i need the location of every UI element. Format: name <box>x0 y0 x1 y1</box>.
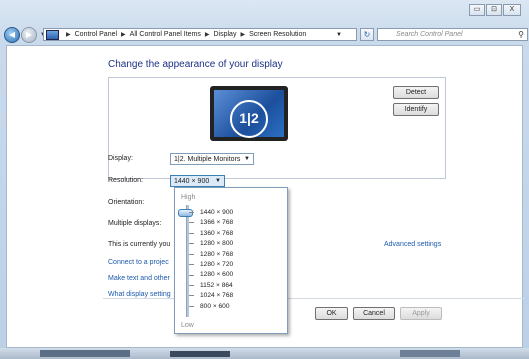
ok-button[interactable]: OK <box>315 307 348 320</box>
chevron-right-icon[interactable]: ▶ <box>205 31 210 38</box>
identify-button[interactable]: Identify <box>393 103 439 116</box>
slider-tick <box>189 285 194 286</box>
cancel-button[interactable]: Cancel <box>353 307 395 320</box>
monitor-number-label: 1|2 <box>230 100 268 138</box>
close-button[interactable]: X <box>503 4 521 16</box>
taskbar-item[interactable] <box>400 350 460 357</box>
monitor-screen: 1|2 <box>214 90 284 138</box>
address-dropdown-icon[interactable]: ▼ <box>336 32 342 38</box>
monitor-icon[interactable]: 1|2 <box>210 86 288 141</box>
breadcrumb-screen-resolution[interactable]: Screen Resolution <box>249 31 306 38</box>
chevron-down-icon: ▼ <box>244 156 250 162</box>
orientation-label: Orientation: <box>108 199 145 206</box>
low-label: Low <box>181 322 194 329</box>
resolution-label: Resolution: <box>108 177 144 184</box>
resolution-option[interactable]: 1024 × 768 <box>200 291 233 301</box>
resolution-dropdown: High 1440 × 900 1366 × 768 1360 × 768 12… <box>174 187 288 334</box>
maximize-button[interactable]: ⊡ <box>486 4 502 16</box>
display-value: 1|2. Multiple Monitors <box>174 156 241 163</box>
connect-projector-link[interactable]: Connect to a projec <box>108 259 169 266</box>
search-input[interactable]: Search Control Panel ⚲ <box>377 28 528 41</box>
breadcrumb-display[interactable]: Display <box>214 31 237 38</box>
resolution-option[interactable]: 1280 × 768 <box>200 250 233 260</box>
apply-button[interactable]: Apply <box>400 307 442 320</box>
monitor-preview: 1|2 Detect Identify <box>108 77 446 179</box>
detect-button[interactable]: Detect <box>393 86 439 99</box>
advanced-settings-link[interactable]: Advanced settings <box>384 241 441 248</box>
current-display-text: This is currently you <box>108 241 171 248</box>
taskbar <box>0 348 529 359</box>
control-panel-icon <box>46 29 59 40</box>
resolution-slider-thumb[interactable] <box>178 209 193 217</box>
page-title: Change the appearance of your display <box>108 59 283 70</box>
resolution-option[interactable]: 1280 × 720 <box>200 260 233 270</box>
high-label: High <box>181 194 196 201</box>
resolution-option[interactable]: 800 × 600 <box>200 302 233 312</box>
resolution-option[interactable]: 1366 × 768 <box>200 218 233 228</box>
breadcrumb-control-panel[interactable]: Control Panel <box>75 31 117 38</box>
taskbar-item[interactable] <box>40 350 130 357</box>
resolution-option[interactable]: 1360 × 768 <box>200 229 233 239</box>
slider-tick <box>189 295 194 296</box>
multiple-displays-label: Multiple displays: <box>108 220 162 227</box>
search-icon[interactable]: ⚲ <box>518 30 524 39</box>
resolution-value: 1440 × 900 <box>174 178 210 185</box>
slider-tick <box>189 264 194 265</box>
chevron-right-icon[interactable]: ▶ <box>240 31 245 38</box>
display-settings-link[interactable]: What display setting <box>108 291 171 298</box>
resolution-option[interactable]: 1280 × 800 <box>200 239 233 249</box>
slider-tick <box>189 233 194 234</box>
chevron-down-icon: ▼ <box>215 178 221 184</box>
resolution-option[interactable]: 1280 × 600 <box>200 270 233 280</box>
navigation-buttons: ◀ ▶ ▼ <box>4 27 48 43</box>
slider-tick <box>189 222 194 223</box>
breadcrumb-all-items[interactable]: All Control Panel Items <box>130 31 201 38</box>
search-placeholder: Search Control Panel <box>396 31 463 38</box>
slider-tick <box>189 306 194 307</box>
forward-button[interactable]: ▶ <box>21 27 37 43</box>
taskbar-item[interactable] <box>170 351 230 357</box>
slider-tick <box>189 243 194 244</box>
window-frame: ▭ ⊡ X ◀ ▶ ▼ ▶ Control Panel ▶ All Contro… <box>0 0 529 359</box>
chevron-right-icon[interactable]: ▶ <box>121 31 126 38</box>
caption-buttons: ▭ ⊡ X <box>468 4 521 16</box>
slider-tick <box>189 254 194 255</box>
divider <box>103 298 524 299</box>
resolution-option[interactable]: 1440 × 900 <box>200 208 233 218</box>
refresh-button[interactable]: ↻ <box>360 28 374 41</box>
resolution-select[interactable]: 1440 × 900 ▼ <box>170 175 225 187</box>
minimize-button[interactable]: ▭ <box>469 4 485 16</box>
text-size-link[interactable]: Make text and other <box>108 275 170 282</box>
back-button[interactable]: ◀ <box>4 27 20 43</box>
resolution-option[interactable]: 1152 × 864 <box>200 281 233 291</box>
slider-tick <box>189 212 194 213</box>
chevron-right-icon[interactable]: ▶ <box>66 31 71 38</box>
address-bar[interactable]: ▶ Control Panel ▶ All Control Panel Item… <box>43 28 357 41</box>
display-select[interactable]: 1|2. Multiple Monitors ▼ <box>170 153 254 165</box>
display-label: Display: <box>108 155 133 162</box>
slider-tick <box>189 275 194 276</box>
resolution-option-list: 1440 × 900 1366 × 768 1360 × 768 1280 × … <box>200 208 233 312</box>
